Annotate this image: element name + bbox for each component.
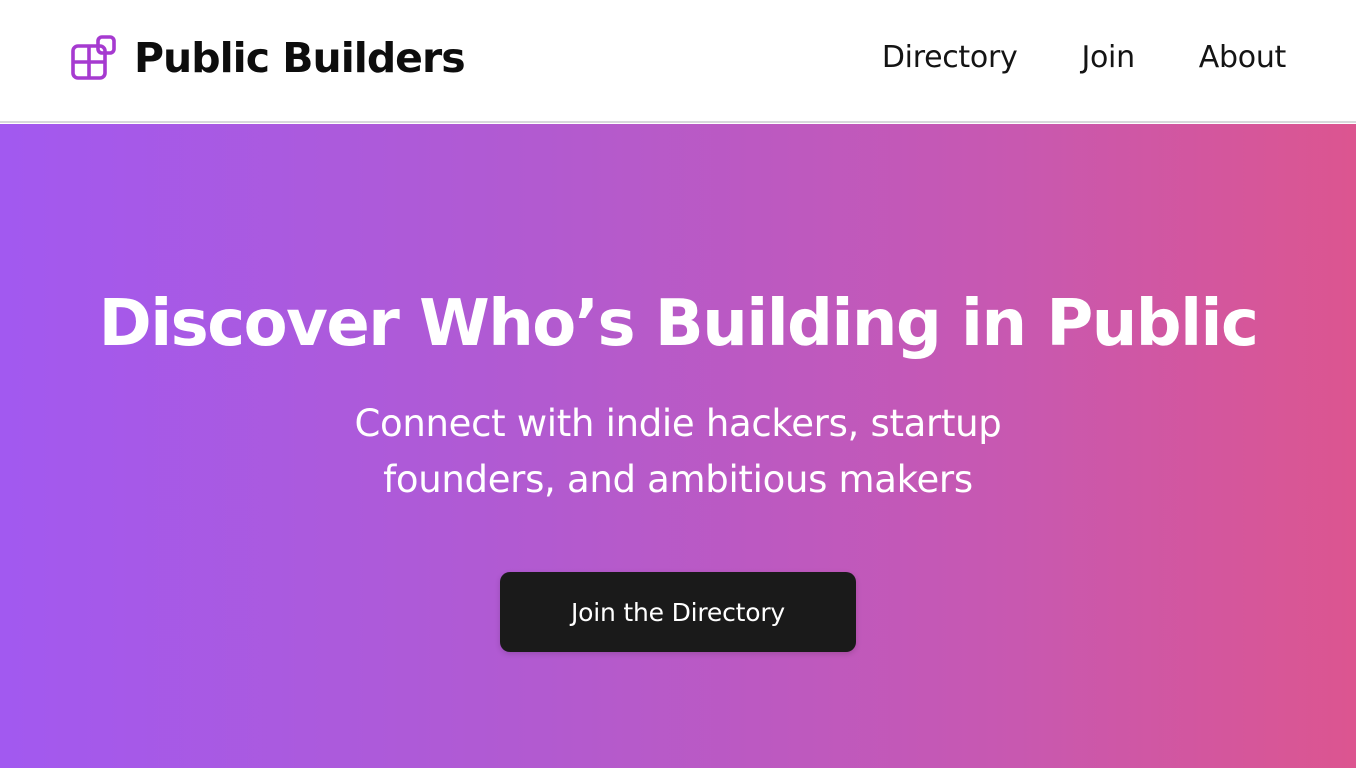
blocks-icon [71, 35, 116, 80]
nav-link-directory[interactable]: Directory [882, 34, 1018, 82]
hero-subtitle: Connect with indie hackers, startup foun… [354, 402, 1002, 501]
join-directory-button[interactable]: Join the Directory [500, 572, 856, 652]
hero-title: Discover Who’s Building in Public [98, 287, 1259, 361]
brand-name: Public Builders [134, 34, 466, 82]
brand-home-link[interactable]: Public Builders [71, 30, 466, 86]
site-header: Public Builders Directory Join About [0, 0, 1356, 123]
main-nav: Directory Join About [882, 34, 1286, 82]
nav-link-join[interactable]: Join [1081, 34, 1135, 82]
nav-link-about[interactable]: About [1199, 34, 1287, 82]
hero-section: Discover Who’s Building in Public Connec… [0, 124, 1356, 768]
